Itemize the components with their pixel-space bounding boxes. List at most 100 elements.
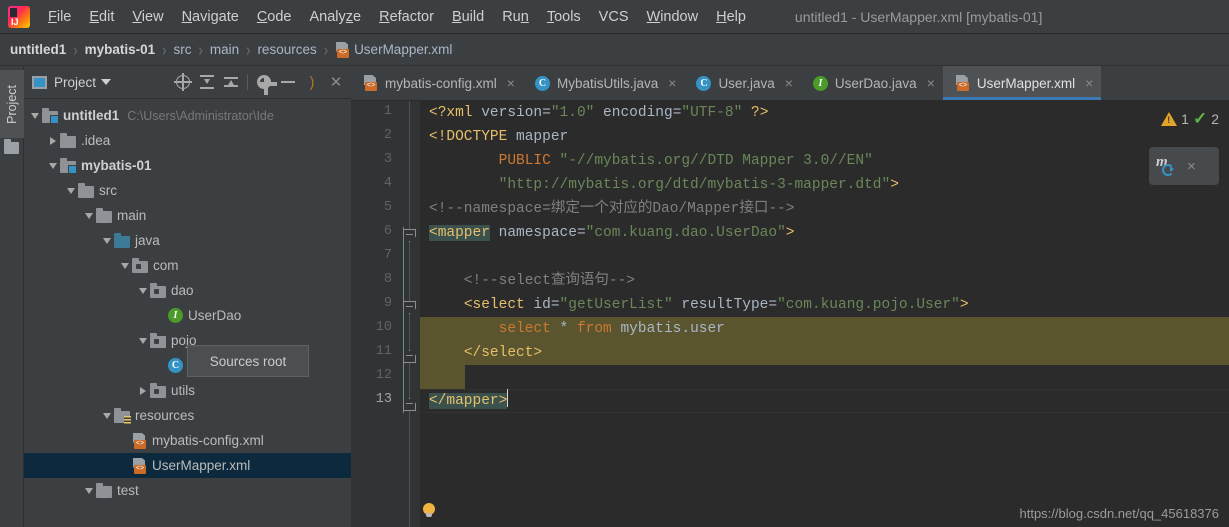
maven-reload-icon[interactable]: m bbox=[1155, 154, 1179, 178]
chevron-down-icon[interactable] bbox=[100, 413, 114, 419]
breadcrumb-item-src[interactable]: src bbox=[173, 42, 191, 57]
menu-item-code[interactable]: Code bbox=[248, 6, 301, 28]
code-token: = bbox=[542, 105, 551, 121]
fold-marker-open-select[interactable] bbox=[403, 301, 416, 314]
code-area[interactable]: 1 2 3 4 5 6 7 8 9 10 11 12 13 <?xml version="1.0" en… bbox=[351, 101, 1229, 527]
breadcrumb-separator: › bbox=[246, 39, 251, 60]
editor-tab-mybatisutils-java[interactable]: C MybatisUtils.java × bbox=[523, 66, 684, 100]
maven-reload-popup[interactable]: m × bbox=[1149, 147, 1219, 185]
tree-node-label: mybatis-01 bbox=[81, 158, 152, 173]
tree-node-mybatis-01[interactable]: mybatis-01 bbox=[24, 153, 351, 178]
folder-icon bbox=[96, 207, 112, 223]
breadcrumb-item-usermapper-xml[interactable]: UserMapper.xml bbox=[335, 41, 452, 58]
tree-node-mybatis-config-xml[interactable]: mybatis-config.xml bbox=[24, 428, 351, 453]
tree-node-resources[interactable]: resources bbox=[24, 403, 351, 428]
editor-gutter[interactable]: 1 2 3 4 5 6 7 8 9 10 11 12 13 bbox=[351, 101, 420, 527]
class-icon: C bbox=[168, 358, 183, 373]
xml-file-icon bbox=[955, 75, 970, 91]
editor-tab-userdao-java[interactable]: I UserDao.java × bbox=[801, 66, 943, 100]
chevron-right-icon[interactable] bbox=[46, 137, 60, 145]
tree-node-label: .idea bbox=[81, 133, 111, 148]
locate-icon[interactable] bbox=[172, 71, 194, 93]
code-content[interactable]: <?xml version="1.0" encoding="UTF-8" ?> <… bbox=[420, 101, 1229, 527]
menu-item-edit[interactable]: Edit bbox=[80, 6, 123, 28]
breadcrumb-item-resources[interactable]: resources bbox=[257, 42, 316, 57]
close-icon[interactable]: ✕ bbox=[325, 71, 347, 93]
chevron-down-icon[interactable] bbox=[136, 338, 150, 344]
menu-item-tools[interactable]: Tools bbox=[538, 6, 590, 28]
window-title: untitled1 - UserMapper.xml [mybatis-01] bbox=[794, 8, 1043, 25]
code-token: > bbox=[785, 225, 795, 241]
tree-node-src[interactable]: src bbox=[24, 178, 351, 203]
chevron-down-icon[interactable] bbox=[46, 163, 60, 169]
interface-icon: I bbox=[168, 308, 183, 323]
chevron-down-icon[interactable] bbox=[100, 238, 114, 244]
tree-node-userdao[interactable]: I UserDao bbox=[24, 303, 351, 328]
tree-node-label: mybatis-config.xml bbox=[152, 433, 264, 448]
expand-all-icon[interactable] bbox=[196, 71, 218, 93]
intellij-idea-logo-icon bbox=[8, 5, 30, 28]
fold-marker-close-mapper[interactable] bbox=[403, 398, 416, 411]
tool-window-button-project[interactable]: Project bbox=[0, 70, 24, 138]
code-token: resultType bbox=[672, 297, 769, 313]
code-token: "com.kuang.dao.UserDao" bbox=[585, 225, 786, 241]
tree-node-test[interactable]: test bbox=[24, 478, 351, 503]
chevron-down-icon[interactable] bbox=[101, 79, 112, 85]
close-icon[interactable]: × bbox=[507, 75, 515, 91]
tree-node-untitled1[interactable]: untitled1 C:\Users\Administrator\Ide bbox=[24, 103, 351, 128]
editor-tab-label: UserMapper.xml bbox=[976, 75, 1076, 91]
close-icon[interactable]: × bbox=[927, 75, 935, 91]
gear-icon[interactable] bbox=[253, 71, 277, 95]
chevron-right-icon[interactable] bbox=[136, 387, 150, 395]
close-icon[interactable]: × bbox=[785, 75, 793, 91]
tree-node-main[interactable]: main bbox=[24, 203, 351, 228]
tree-node--idea[interactable]: .idea bbox=[24, 128, 351, 153]
tree-node-utils[interactable]: utils bbox=[24, 378, 351, 403]
menu-item-file[interactable]: File bbox=[39, 6, 80, 28]
tree-node-com[interactable]: com bbox=[24, 253, 351, 278]
menu-item-analyze[interactable]: Analyze bbox=[301, 6, 371, 28]
menu-item-build[interactable]: Build bbox=[443, 6, 493, 28]
menu-item-run[interactable]: Run bbox=[493, 6, 538, 28]
menu-item-refactor[interactable]: Refactor bbox=[370, 6, 443, 28]
menu-item-help[interactable]: Help bbox=[707, 6, 755, 28]
project-tree: untitled1 C:\Users\Administrator\Ide .idea… bbox=[24, 99, 351, 503]
breadcrumb-item-mybatis-01[interactable]: mybatis-01 bbox=[85, 42, 156, 57]
close-icon[interactable]: × bbox=[1187, 158, 1196, 175]
chevron-down-icon[interactable] bbox=[82, 213, 96, 219]
chevron-down-icon[interactable] bbox=[82, 488, 96, 494]
intellij-idea-window: FileEditViewNavigateCodeAnalyzeRefactorB… bbox=[0, 0, 1229, 527]
fold-marker-close-select[interactable] bbox=[403, 350, 416, 363]
menu-item-window[interactable]: Window bbox=[638, 6, 708, 28]
minimize-icon[interactable] bbox=[277, 71, 299, 93]
tree-node-dao[interactable]: dao bbox=[24, 278, 351, 303]
fold-marker-open-mapper[interactable] bbox=[403, 229, 416, 242]
menu-item-vcs[interactable]: VCS bbox=[590, 6, 638, 28]
menu-item-view[interactable]: View bbox=[123, 6, 172, 28]
chevron-down-icon[interactable] bbox=[28, 113, 42, 119]
code-token: > bbox=[959, 297, 969, 313]
tree-node-label: UserDao bbox=[188, 308, 242, 323]
inspection-status[interactable]: 1 ✓ 2 bbox=[1161, 109, 1219, 129]
editor-tab-user-java[interactable]: C User.java × bbox=[684, 66, 800, 100]
close-icon[interactable]: × bbox=[1085, 75, 1093, 91]
paren-icon[interactable]: ) bbox=[301, 71, 323, 93]
intention-bulb-icon[interactable] bbox=[422, 503, 436, 520]
breadcrumb-item-untitled1[interactable]: untitled1 bbox=[10, 42, 66, 57]
chevron-down-icon[interactable] bbox=[64, 188, 78, 194]
close-icon[interactable]: × bbox=[668, 75, 676, 91]
collapse-all-icon[interactable] bbox=[220, 71, 242, 93]
line-number-5: 5 bbox=[383, 200, 392, 215]
breadcrumb-items: untitled1 › mybatis-01 › src › main › resources ›… bbox=[10, 39, 452, 60]
line-number-7: 7 bbox=[383, 248, 392, 263]
code-token: <!--select查询语句--> bbox=[429, 273, 635, 289]
breadcrumb-item-main[interactable]: main bbox=[210, 42, 239, 57]
chevron-down-icon[interactable] bbox=[136, 288, 150, 294]
tree-node-java[interactable]: java bbox=[24, 228, 351, 253]
tree-node-usermapper-xml[interactable]: UserMapper.xml bbox=[24, 453, 351, 478]
menu-item-navigate[interactable]: Navigate bbox=[173, 6, 248, 28]
editor-tab-usermapper-xml[interactable]: UserMapper.xml × bbox=[942, 66, 1102, 100]
project-panel-title: Project bbox=[54, 74, 97, 90]
editor-tab-mybatis-config-xml[interactable]: mybatis-config.xml × bbox=[351, 66, 523, 100]
chevron-down-icon[interactable] bbox=[118, 263, 132, 269]
